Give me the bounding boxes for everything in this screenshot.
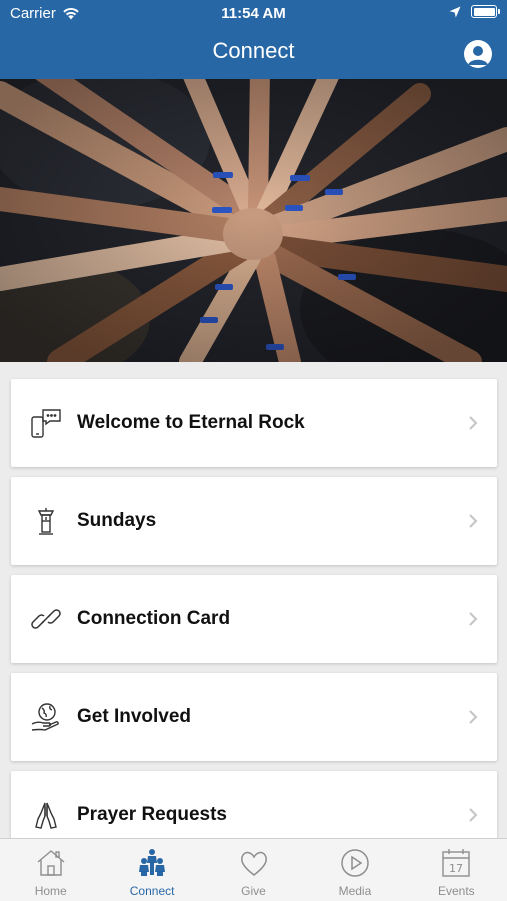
clock: 11:54 AM xyxy=(221,5,286,22)
battery-icon xyxy=(471,5,500,18)
tab-connect[interactable]: Connect xyxy=(101,839,202,901)
tab-label: Events xyxy=(437,884,475,898)
hand-globe-icon xyxy=(31,703,59,731)
menu-item-welcome[interactable]: Welcome to Eternal Rock xyxy=(11,379,497,467)
chat-phone-icon xyxy=(31,409,61,438)
tab-home[interactable]: Home xyxy=(0,839,101,901)
tab-media[interactable]: Media xyxy=(304,839,405,901)
home-icon xyxy=(37,850,65,876)
user-icon xyxy=(468,46,488,65)
status-indicators xyxy=(449,5,500,18)
calendar-icon: 17 xyxy=(442,849,471,877)
chevron-right-icon xyxy=(469,612,478,626)
calendar-day-number: 17 xyxy=(449,862,463,875)
praying-hands-icon xyxy=(35,802,57,829)
tab-label: Home xyxy=(34,884,67,898)
people-icon xyxy=(139,849,166,876)
chevron-right-icon xyxy=(469,710,478,724)
tab-bar: Home Connect Give Media 17 Events xyxy=(0,838,507,901)
chevron-right-icon xyxy=(469,514,478,528)
hero-image-hands xyxy=(0,79,507,362)
tab-label: Give xyxy=(241,884,266,898)
hands-circle-illustration xyxy=(0,79,507,362)
chevron-right-icon xyxy=(469,808,478,822)
menu-item-get-involved[interactable]: Get Involved xyxy=(11,673,497,761)
chevron-right-icon xyxy=(469,416,478,430)
menu-item-prayer-requests[interactable]: Prayer Requests xyxy=(11,771,497,838)
pulpit-icon xyxy=(37,508,55,535)
play-icon xyxy=(341,849,369,877)
menu-item-label: Sundays xyxy=(77,510,157,531)
nav-header: Carrier 11:54 AM Connect xyxy=(0,0,507,79)
menu-item-label: Get Involved xyxy=(77,706,192,727)
tab-label: Connect xyxy=(129,884,175,898)
menu-item-connection-card[interactable]: Connection Card xyxy=(11,575,497,663)
page-title: Connect xyxy=(212,38,295,63)
menu-item-label: Prayer Requests xyxy=(77,804,227,825)
status-bar: Carrier 11:54 AM xyxy=(0,0,507,28)
connect-menu-list: Welcome to Eternal Rock Sundays Connecti… xyxy=(0,362,507,838)
link-icon xyxy=(31,609,61,629)
profile-button[interactable] xyxy=(464,40,492,68)
menu-item-label: Welcome to Eternal Rock xyxy=(77,412,305,433)
location-arrow-icon xyxy=(449,6,461,17)
tab-events[interactable]: 17 Events xyxy=(406,839,507,901)
menu-item-sundays[interactable]: Sundays xyxy=(11,477,497,565)
menu-item-label: Connection Card xyxy=(77,608,231,629)
tab-give[interactable]: Give xyxy=(203,839,304,901)
tab-label: Media xyxy=(338,884,372,898)
heart-icon xyxy=(240,851,267,876)
